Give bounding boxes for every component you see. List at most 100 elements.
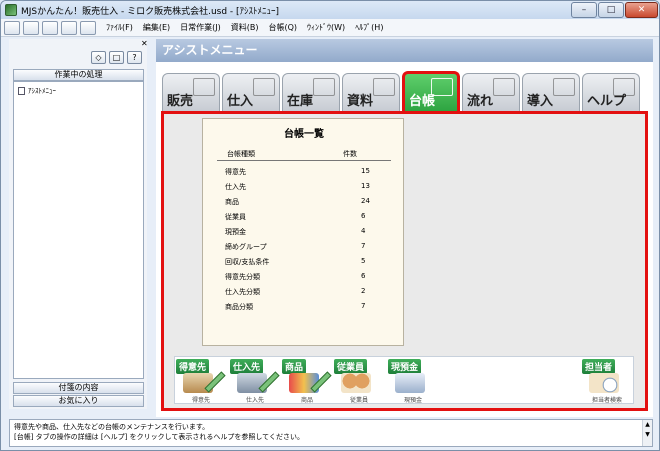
tab-label: 在庫 — [287, 94, 314, 109]
assist-menu-pane: アシストメニュー 販売 仕入 在庫 資料 台帳 流れ 導入 ヘルプ 台帳一覧 台… — [156, 39, 653, 417]
ledger-row[interactable]: 商品分類 7 — [225, 302, 385, 316]
pane-title: アシストメニュー — [156, 39, 653, 62]
minimize-button[interactable]: – — [571, 2, 597, 18]
ledger-row[interactable]: 得意先 15 — [225, 167, 385, 181]
install-icon — [553, 78, 575, 96]
ledger-title: 台帳一覧 — [284, 129, 324, 140]
supplier-shortcut[interactable]: 仕入先 仕入先 — [229, 357, 281, 405]
tab-inventory[interactable]: 在庫 — [282, 73, 340, 111]
shortcut-caption: 商品 — [300, 397, 313, 404]
status-scrollbar[interactable]: ▲ ▼ — [642, 420, 652, 446]
flow-icon — [493, 78, 515, 96]
tag-icon[interactable]: ◇ — [91, 51, 106, 64]
book-icon[interactable]: □ — [109, 51, 124, 64]
toolbar-icon-5[interactable] — [80, 20, 96, 35]
tab-flow[interactable]: 流れ — [462, 73, 520, 111]
tab-setup[interactable]: 導入 — [522, 73, 580, 111]
ledger-row-name: 従業員 — [225, 213, 246, 221]
in-progress-header[interactable]: 作業中の処理 — [13, 69, 144, 81]
ledger-row-count: 7 — [361, 242, 366, 250]
close-button[interactable]: ✕ — [625, 2, 658, 18]
menu-bar: ﾌｧｲﾙ(F) 編集(E) 日常作業(J) 資料(B) 台帳(Q) ｳｨﾝﾄﾞｳ… — [1, 19, 659, 49]
menu-edit[interactable]: 編集(E) — [143, 22, 170, 33]
maximize-button[interactable]: □ — [598, 2, 624, 18]
ledger-row-count: 7 — [361, 302, 366, 310]
boxes-icon — [313, 78, 335, 96]
tab-documents[interactable]: 資料 — [342, 73, 400, 111]
document-icon — [18, 87, 25, 95]
status-line-2: [台帳] タブの操作の詳細は [ヘルプ] をクリックして表示されるヘルプを参照し… — [14, 433, 304, 441]
ledger-row-name: 得意先 — [225, 168, 246, 176]
help-icon[interactable]: ? — [127, 51, 142, 64]
ledger-row-count: 24 — [361, 197, 370, 205]
tab-ledger[interactable]: 台帳 — [402, 71, 460, 111]
ledger-row[interactable]: 商品 24 — [225, 197, 385, 211]
ledger-content: 台帳一覧 台帳種類 件数 得意先 15 仕入先 13 商品 24 従業員 6 現預金 4 締めグルー… — [161, 111, 648, 411]
book-icon — [373, 78, 395, 96]
menu-documents[interactable]: 資料(B) — [231, 22, 259, 33]
bankbook-icon — [395, 373, 425, 393]
tab-strip: 販売 仕入 在庫 資料 台帳 流れ 導入 ヘルプ — [162, 71, 650, 111]
left-panel: ✕ ◇ □ ? 作業中の処理 ｱｼｽﾄﾒﾆｭｰ 付箋の内容 お気に入り — [9, 39, 148, 409]
status-line-1: 得意先や商品、仕入先などの台帳のメンテナンスを行います。 — [14, 423, 210, 431]
employee-icon — [341, 373, 371, 393]
column-header-count: 件数 — [343, 150, 357, 158]
panel-close-icon[interactable]: ✕ — [141, 39, 148, 48]
toolbar-icon-1[interactable] — [4, 20, 20, 35]
tab-label: 資料 — [347, 94, 374, 109]
ledger-list: 台帳一覧 台帳種類 件数 得意先 15 仕入先 13 商品 24 従業員 6 現預金 4 締めグルー… — [202, 118, 404, 346]
ledger-row[interactable]: 締めグループ 7 — [225, 242, 385, 256]
ledger-row[interactable]: 仕入先 13 — [225, 182, 385, 196]
tab-sales[interactable]: 販売 — [162, 73, 220, 111]
ledger-row-count: 6 — [361, 212, 366, 220]
toolbar-icon-4[interactable] — [61, 20, 77, 35]
ledger-row[interactable]: 得意先分類 6 — [225, 272, 385, 286]
ledger-row[interactable]: 回収/支払条件 5 — [225, 257, 385, 271]
ledger-row-name: 締めグループ — [225, 243, 267, 251]
tab-purchase[interactable]: 仕入 — [222, 73, 280, 111]
ledger-row[interactable]: 従業員 6 — [225, 212, 385, 226]
favorites-button[interactable]: お気に入り — [13, 395, 144, 407]
ledger-row-count: 5 — [361, 257, 366, 265]
ledger-row-name: 現預金 — [225, 228, 246, 236]
tab-label: 台帳 — [409, 94, 436, 109]
ledger-row[interactable]: 現預金 4 — [225, 227, 385, 241]
ledger-row-name: 商品分類 — [225, 303, 253, 311]
menu-help[interactable]: ﾍﾙﾌﾟ(H) — [355, 22, 383, 33]
menu-daily[interactable]: 日常作業(J) — [180, 22, 221, 33]
employee-shortcut[interactable]: 従業員 従業員 — [333, 357, 385, 405]
tab-help[interactable]: ヘルプ — [582, 73, 640, 111]
tab-label: 流れ — [467, 94, 494, 109]
ledger-row[interactable]: 仕入先分類 2 — [225, 287, 385, 301]
ledger-row-count: 15 — [361, 167, 370, 175]
status-message: 得意先や商品、仕入先などの台帳のメンテナンスを行います。 [台帳] タブの操作の… — [9, 419, 653, 447]
product-shortcut[interactable]: 商品 商品 — [281, 357, 333, 405]
ledger-row-name: 商品 — [225, 198, 239, 206]
task-tree: ｱｼｽﾄﾒﾆｭｰ — [13, 81, 144, 379]
tab-label: 販売 — [167, 94, 194, 109]
ledger-row-count: 2 — [361, 287, 366, 295]
ledger-row-name: 得意先分類 — [225, 273, 260, 281]
title-bar: MJSかんたん！販売仕入 - ミロク販売株式会社.usd - [ｱｼｽﾄﾒﾆｭｰ… — [1, 1, 659, 19]
header-divider — [217, 160, 391, 161]
tab-label: 仕入 — [227, 94, 254, 109]
sticky-notes-button[interactable]: 付箋の内容 — [13, 382, 144, 394]
toolbar-icon-2[interactable] — [23, 20, 39, 35]
ledger-row-name: 仕入先分類 — [225, 288, 260, 296]
tree-item-label: ｱｼｽﾄﾒﾆｭｰ — [28, 87, 56, 95]
tree-item-assist-menu[interactable]: ｱｼｽﾄﾒﾆｭｰ — [18, 86, 56, 96]
cash-deposit-shortcut[interactable]: 現預金 現預金 — [387, 357, 439, 405]
menu-file[interactable]: ﾌｧｲﾙ(F) — [106, 22, 133, 33]
staff-search-shortcut[interactable]: 担当者 担当者検索 — [581, 357, 635, 405]
menu-window[interactable]: ｳｨﾝﾄﾞｳ(W) — [307, 22, 345, 33]
tab-label: ヘルプ — [587, 94, 627, 109]
window-title: MJSかんたん！販売仕入 - ミロク販売株式会社.usd - [ｱｼｽﾄﾒﾆｭｰ… — [21, 6, 280, 17]
magnifier-staff-icon — [589, 373, 619, 393]
shortcut-caption: 得意先 — [191, 397, 210, 404]
ledger-row-count: 6 — [361, 272, 366, 280]
gift-icon — [193, 78, 215, 96]
toolbar-icon-3[interactable] — [42, 20, 58, 35]
menu-ledger[interactable]: 台帳(Q) — [268, 22, 297, 33]
column-header-type: 台帳種類 — [227, 150, 255, 158]
customer-shortcut[interactable]: 得意先 得意先 — [175, 357, 227, 405]
